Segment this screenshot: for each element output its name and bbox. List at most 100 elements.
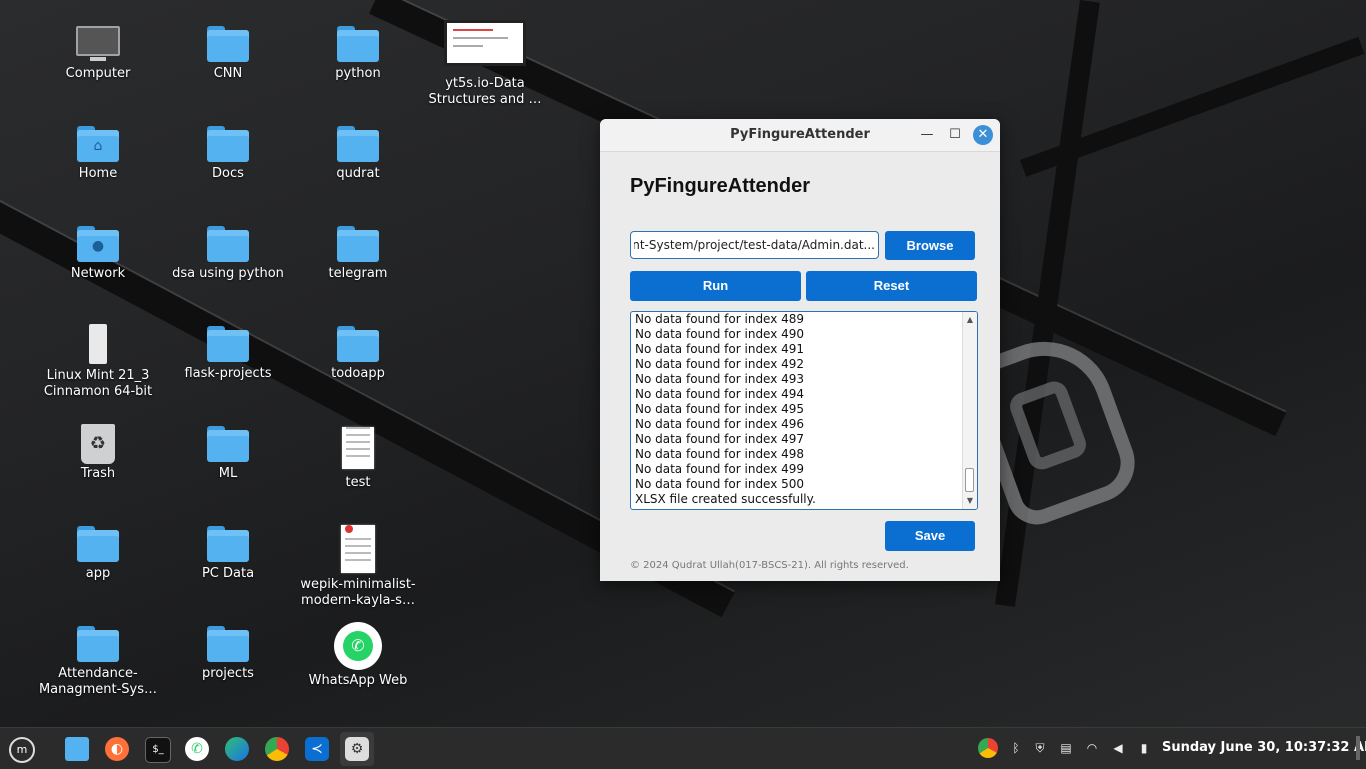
window-titlebar[interactable]: PyFingureAttender — ☐ ✕ <box>600 119 1000 152</box>
taskbar-settings[interactable]: ⚙ <box>340 732 374 766</box>
browse-button[interactable]: Browse <box>885 231 975 260</box>
desktop-icon-label: flask-projects <box>184 366 272 381</box>
edge-icon <box>225 737 249 761</box>
tray-chrome-icon[interactable] <box>978 738 998 758</box>
minimize-button[interactable]: — <box>918 126 936 144</box>
folder-icon <box>207 326 249 362</box>
document-icon <box>342 427 374 469</box>
battery-icon[interactable]: ▮ <box>1136 740 1152 756</box>
desktop-icon-label: Linux Mint 21_3 Cinnamon 64-bit <box>43 368 153 399</box>
desktop-icon-todoapp[interactable]: todoapp <box>295 326 421 382</box>
desktop-icon-label: PC Data <box>201 566 255 581</box>
computer-icon <box>76 26 120 62</box>
bluetooth-icon[interactable]: ᛒ <box>1008 740 1024 756</box>
taskbar-firefox[interactable]: ◐ <box>100 732 134 766</box>
folder-icon <box>337 126 379 162</box>
desktop-icon-attendance[interactable]: Attendance-Managment-Sys… <box>35 626 161 698</box>
settings-icon: ⚙ <box>345 737 369 761</box>
notes-icon[interactable]: ▤ <box>1058 740 1074 756</box>
network-folder-icon: ● <box>77 226 119 262</box>
desktop-icon-dsa[interactable]: dsa using python <box>165 226 291 282</box>
whatsapp-icon: ✆ <box>185 737 209 761</box>
taskbar-vscode[interactable]: ≺ <box>300 732 334 766</box>
run-button[interactable]: Run <box>630 271 801 301</box>
desktop-icon-label: Docs <box>212 166 244 181</box>
taskbar-clock[interactable]: Sunday June 30, 10:37:32 AM <box>1162 740 1366 755</box>
desktop-icon-pcdata[interactable]: PC Data <box>165 526 291 582</box>
scroll-up-icon[interactable]: ▲ <box>963 314 977 326</box>
desktop-icon-python[interactable]: python <box>295 26 421 82</box>
log-line: No data found for index 495 <box>635 402 805 416</box>
folder-icon <box>207 126 249 162</box>
desktop-icon-label: Computer <box>65 66 131 81</box>
desktop-icon-video[interactable]: yt5s.io-Data Structures and … <box>422 20 548 108</box>
desktop-icon-home[interactable]: ⌂ Home <box>35 126 161 182</box>
desktop-icon-label: wepik-minimalist-modern-kayla-s… <box>300 577 416 608</box>
folder-icon <box>207 226 249 262</box>
shield-icon[interactable]: ⛨ <box>1032 740 1048 756</box>
taskbar-files[interactable] <box>60 732 94 766</box>
desktop-icon-whatsapp[interactable]: ✆ WhatsApp Web <box>295 622 421 689</box>
show-desktop-button[interactable] <box>1356 736 1360 760</box>
terminal-icon: $_ <box>145 737 171 763</box>
maximize-button[interactable]: ☐ <box>946 126 964 144</box>
output-log-lines: No data found for index 489 No data found… <box>635 312 959 507</box>
desktop-icon-ml[interactable]: ML <box>165 426 291 482</box>
output-log[interactable]: No data found for index 489 No data found… <box>630 311 978 510</box>
desktop-icon-wepik[interactable]: wepik-minimalist-modern-kayla-s… <box>295 520 421 609</box>
folder-icon <box>207 26 249 62</box>
desktop-icon-label: projects <box>202 666 254 681</box>
files-icon <box>65 737 89 761</box>
taskbar-whatsapp[interactable]: ✆ <box>180 732 214 766</box>
desktop-icon-label: app <box>85 566 111 581</box>
desktop-icon-label: WhatsApp Web <box>308 673 408 688</box>
scroll-down-icon[interactable]: ▼ <box>963 495 977 507</box>
vscode-icon: ≺ <box>305 737 329 761</box>
window-title: PyFingureAttender <box>730 127 870 142</box>
taskbar: m ◐ $_ ✆ ≺ ⚙ ᛒ ⛨ ▤ ◠ ◀ ▮ Sunday June 30,… <box>0 727 1366 769</box>
desktop-icon-label: qudrat <box>336 166 380 181</box>
log-line: No data found for index 496 <box>635 417 805 431</box>
desktop-icon-flask[interactable]: flask-projects <box>165 326 291 382</box>
desktop-icon-label: ML <box>218 466 238 481</box>
copyright-footer: © 2024 Qudrat Ullah(017-BSCS-21). All ri… <box>630 560 909 571</box>
volume-icon[interactable]: ◀ <box>1110 740 1126 756</box>
desktop-icon-mint-drive[interactable]: Linux Mint 21_3 Cinnamon 64-bit <box>35 324 161 400</box>
pdf-document-icon <box>341 525 375 573</box>
desktop-icon-projects[interactable]: projects <box>165 626 291 682</box>
log-line: No data found for index 494 <box>635 387 805 401</box>
desktop-icon-label: yt5s.io-Data Structures and … <box>428 76 542 107</box>
folder-icon <box>337 226 379 262</box>
folder-icon <box>207 626 249 662</box>
log-scrollbar[interactable]: ▲ ▼ <box>962 312 977 509</box>
desktop-icon-label: Trash <box>80 466 116 481</box>
taskbar-menu-button[interactable]: m <box>4 732 38 766</box>
desktop-icon-app[interactable]: app <box>35 526 161 582</box>
scroll-thumb[interactable] <box>965 468 974 492</box>
desktop-icon-cnn[interactable]: CNN <box>165 26 291 82</box>
desktop-icon-computer[interactable]: Computer <box>35 26 161 82</box>
desktop-icon-label: test <box>345 475 371 490</box>
reset-button[interactable]: Reset <box>806 271 977 301</box>
wifi-icon[interactable]: ◠ <box>1084 740 1100 756</box>
home-folder-icon: ⌂ <box>77 126 119 162</box>
desktop-icon-label: dsa using python <box>172 266 284 281</box>
file-path-input[interactable] <box>630 231 879 259</box>
log-line: No data found for index 500 <box>635 477 805 491</box>
chrome-icon <box>265 737 289 761</box>
taskbar-edge[interactable] <box>220 732 254 766</box>
desktop-icon-label: CNN <box>213 66 243 81</box>
desktop-icon-telegram[interactable]: telegram <box>295 226 421 282</box>
log-line: No data found for index 497 <box>635 432 805 446</box>
taskbar-terminal[interactable]: $_ <box>140 732 174 766</box>
desktop-icon-network[interactable]: ● Network <box>35 226 161 282</box>
close-button[interactable]: ✕ <box>973 125 993 145</box>
desktop-icon-qudrat[interactable]: qudrat <box>295 126 421 182</box>
desktop-icon-trash[interactable]: ♻ Trash <box>35 424 161 482</box>
desktop-icon-docs[interactable]: Docs <box>165 126 291 182</box>
folder-icon <box>337 326 379 362</box>
save-button[interactable]: Save <box>885 521 975 551</box>
log-line: No data found for index 493 <box>635 372 805 386</box>
taskbar-chrome[interactable] <box>260 732 294 766</box>
desktop-icon-test[interactable]: test <box>295 422 421 491</box>
